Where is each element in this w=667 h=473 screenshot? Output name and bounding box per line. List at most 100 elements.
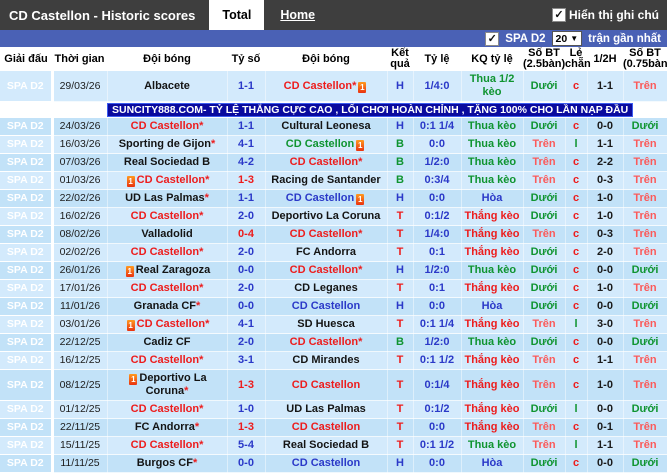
match-date: 16/03/26 [52, 135, 108, 154]
home-team-cell: CD Castellon* [107, 207, 228, 226]
league-badge: SPA D2 [0, 333, 54, 352]
away-team-cell: CD Leganes [265, 279, 388, 298]
match-row: SPA D2 29/03/26 Albacete 1-1 CD Castellon* 1 H… [0, 71, 667, 102]
odd-even: l [565, 315, 588, 334]
home-team-cell: CD Castellon* [107, 279, 228, 298]
column-header: Tỷ số [227, 47, 265, 71]
match-date: 11/11/25 [52, 454, 108, 473]
over-under-2-5: Trên [523, 436, 566, 455]
home-team-cell: 1 Deportivo La Coruna* [107, 369, 228, 401]
asian-handicap-odds: 1/2:0 [413, 153, 462, 172]
result-letter: H [387, 71, 414, 102]
asian-handicap-odds: 1/4:0 [413, 71, 462, 102]
handicap-result: Thua kèo [461, 118, 524, 136]
match-date: 07/03/26 [52, 153, 108, 172]
away-team-cell: CD Castellon [265, 369, 388, 401]
favorite-star: * [204, 192, 209, 204]
odd-even: l [565, 400, 588, 419]
favorite-star: * [192, 457, 198, 469]
result-letter: H [387, 189, 414, 208]
asian-handicap-odds: 0:3/4 [413, 171, 462, 190]
league-badge: SPA D2 [0, 153, 54, 172]
handicap-result: Thắng kèo [461, 207, 524, 226]
match-date: 03/01/26 [52, 315, 108, 334]
favorite-star: * [199, 246, 204, 258]
team-name: CD Castellon [289, 336, 359, 348]
over-under-2-5: Trên [523, 418, 566, 437]
away-team-cell: Real Sociedad B [265, 436, 388, 455]
column-header: Thời gian [52, 47, 107, 71]
full-time-score: 1-1 [227, 71, 266, 102]
show-notes-toggle[interactable]: ✓ Hiển thị ghi chú [552, 8, 667, 22]
full-time-score: 1-0 [227, 400, 266, 419]
tab-home[interactable]: Home [280, 8, 315, 22]
full-time-score: 4-1 [227, 135, 266, 154]
favorite-star: * [358, 156, 363, 168]
result-letter: T [387, 225, 414, 244]
away-team-cell: CD Castellon* [265, 261, 388, 280]
handicap-result: Thua kèo [461, 171, 524, 190]
recent-count-select[interactable]: 20 ▼ [551, 31, 583, 46]
half-time-score: 1-1 [587, 71, 624, 102]
team-name: CD Castellon [289, 228, 359, 240]
half-time-score: 1-1 [587, 135, 624, 154]
odd-even: c [565, 118, 588, 136]
team-name: Real Sociedad B [123, 156, 211, 168]
team-name: CD Castellon [289, 156, 359, 168]
over-under-2-5: Trên [523, 369, 566, 401]
over-under-0-75-ht: Trên [623, 315, 667, 334]
over-under-2-5: Dưới [523, 454, 566, 473]
over-under-2-5: Dưới [523, 207, 566, 226]
column-header: 1/2H [587, 47, 623, 71]
asian-handicap-odds: 0:1/2 [413, 207, 462, 226]
league-filter-checkbox[interactable]: ✓ [485, 31, 500, 46]
match-row: SPA D2 17/01/26 CD Castellon* 2-0 CD Leganes… [0, 279, 667, 298]
match-row: SPA D2 01/12/25 CD Castellon* 1-0 UD Las Pal… [0, 400, 667, 419]
match-row: SPA D2 16/02/26 CD Castellon* 2-0 Deportivo … [0, 207, 667, 226]
half-time-score: 0-1 [587, 418, 624, 437]
odd-even: c [565, 351, 588, 370]
checkbox-checked-icon[interactable]: ✓ [552, 8, 566, 22]
over-under-2-5: Trên [523, 351, 566, 370]
match-row: SPA D2 22/02/26 UD Las Palmas* 1-1 CD Castel… [0, 189, 667, 208]
match-date: 15/11/25 [52, 436, 108, 455]
half-time-score: 1-1 [587, 436, 624, 455]
away-team-cell: UD Las Palmas [265, 400, 388, 419]
favorite-star: * [199, 403, 204, 415]
league-badge: SPA D2 [0, 71, 54, 102]
team-name: Cultural Leonesa [281, 120, 371, 132]
odd-even: c [565, 261, 588, 280]
league-badge: SPA D2 [0, 315, 54, 334]
over-under-0-75-ht: Trên [623, 171, 667, 190]
asian-handicap-odds: 0:0 [413, 454, 462, 473]
tab-total[interactable]: Total [209, 0, 265, 30]
over-under-0-75-ht: Trên [623, 153, 667, 172]
half-time-score: 0-0 [587, 333, 624, 352]
full-time-score: 1-3 [227, 171, 266, 190]
result-letter: T [387, 400, 414, 419]
odd-even: c [565, 189, 588, 208]
league-badge: SPA D2 [0, 189, 54, 208]
ad-banner-link[interactable]: SUNCITY888.COM- TỶ LỆ THẮNG CỰC CAO , LỐ… [107, 103, 634, 117]
team-name: Racing de Santander [271, 174, 381, 186]
league-badge: SPA D2 [0, 400, 54, 419]
match-row: SPA D2 08/02/26 Valladolid 0-4 CD Castellon*… [0, 225, 667, 244]
half-time-score: 1-1 [587, 351, 624, 370]
over-under-2-5: Dưới [523, 333, 566, 352]
match-row: SPA D2 07/03/26 Real Sociedad B 4-2 CD Caste… [0, 153, 667, 172]
half-time-score: 0-0 [587, 261, 624, 280]
asian-handicap-odds: 1/2:0 [413, 333, 462, 352]
red-card-icon: 1 [126, 320, 135, 331]
recent-count-value: 20 [555, 32, 568, 45]
asian-handicap-odds: 0:0 [413, 418, 462, 437]
match-date: 01/12/25 [52, 400, 108, 419]
match-row: SPA D2 24/03/26 CD Castellon* 1-1 Cultural L… [0, 118, 667, 136]
handicap-result: Thắng kèo [461, 351, 524, 370]
over-under-2-5: Dưới [523, 297, 566, 316]
over-under-2-5: Dưới [523, 189, 566, 208]
result-letter: T [387, 436, 414, 455]
column-header: KQ tỷ lệ [461, 47, 523, 71]
favorite-star: * [184, 385, 189, 397]
result-letter: T [387, 369, 414, 401]
asian-handicap-odds: 0:1/2 [413, 400, 462, 419]
